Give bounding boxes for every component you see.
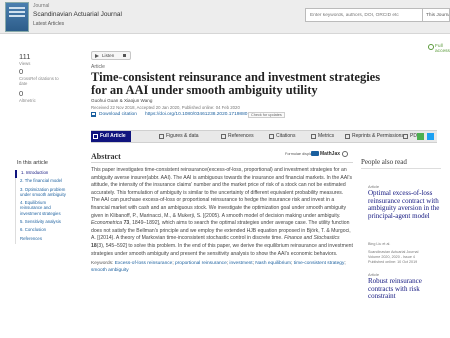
search-input[interactable] xyxy=(305,8,423,22)
keywords-label: Keywords: xyxy=(91,261,114,267)
journal-name-link[interactable]: Scandinavian Actuarial Journal xyxy=(33,11,122,18)
keyword-link[interactable]: Excess-of-loss reinsurance xyxy=(115,261,173,266)
altmetric-label: Altmetric xyxy=(19,98,36,103)
article-tab-bar: Full Article Figures & data References C… xyxy=(91,130,437,143)
image-icon xyxy=(159,134,164,139)
citations-label: CrossRef citations to date xyxy=(19,76,59,86)
related-article-published: Published online: 10 Oct 2019 xyxy=(368,260,418,264)
journal-kicker: Journal xyxy=(33,3,50,9)
keyword-link[interactable]: Nash equilibrium xyxy=(255,261,291,266)
references-icon xyxy=(221,134,226,139)
abstract-text-part-3: (3), 545–592] to solve this problem. In … xyxy=(91,242,353,257)
doi-link[interactable]: https://doi.org/10.1080/03461238.2020.17… xyxy=(145,112,247,117)
publication-dates: Received 22 Nov 2018, Accepted 20 Jan 20… xyxy=(91,105,240,110)
in-this-article-heading: In this article xyxy=(17,160,48,166)
full-access-badge: Full access xyxy=(428,44,450,54)
tab-figures-data[interactable]: Figures & data xyxy=(157,131,199,142)
pdf-icon xyxy=(403,134,408,139)
outline-item-references[interactable]: References xyxy=(16,236,67,244)
abstract-text: This paper investigates time-consistent … xyxy=(91,167,353,274)
views-count: 111 xyxy=(19,52,31,61)
tab-label: Citations xyxy=(276,133,296,139)
views-label: Views xyxy=(19,61,31,66)
related-article-title-link[interactable]: Optimal excess-of-loss reinsurance contr… xyxy=(368,189,448,220)
abstract-journal-1: Econometrica xyxy=(91,220,123,227)
lock-icon xyxy=(345,134,350,139)
article-outline: 1. Introduction 2. The financial model 3… xyxy=(15,170,67,244)
twitter-icon[interactable] xyxy=(427,133,434,140)
search-scope-select[interactable]: This Journal xyxy=(423,8,450,22)
journal-header: Journal Scandinavian Actuarial Journal L… xyxy=(0,0,450,34)
bar-chart-icon xyxy=(311,134,316,139)
tab-full-article[interactable]: Full Article xyxy=(91,131,131,142)
help-icon[interactable] xyxy=(342,151,348,157)
listen-button[interactable]: Listen xyxy=(91,51,131,60)
people-also-read-heading: People also read xyxy=(361,158,407,166)
outline-item-conclusion[interactable]: 6. Conclusion xyxy=(16,227,67,235)
keyword-link[interactable]: time-consistent strategy xyxy=(294,261,345,266)
related-article-authors: Bing Liu et al. xyxy=(368,242,391,246)
keyword-link[interactable]: smooth ambiguity xyxy=(91,268,129,273)
keyword-link[interactable]: investment xyxy=(229,261,252,266)
document-icon xyxy=(93,134,98,139)
mathjax-label: MathJax xyxy=(320,151,341,157)
tab-references[interactable]: References xyxy=(219,131,254,142)
download-citation-link[interactable]: Download citation xyxy=(91,112,137,117)
tab-reprints-permissions[interactable]: Reprints & Permissions xyxy=(343,131,404,142)
mathjax-toggle[interactable] xyxy=(311,151,319,156)
abstract-text-part-1: This paper investigates time-consistent … xyxy=(91,167,353,219)
latest-articles-link[interactable]: Latest Articles xyxy=(33,21,64,27)
abstract-heading: Abstract xyxy=(91,152,121,161)
authors-link[interactable]: Guohui Guan & Xiaojun Wang xyxy=(91,98,152,103)
outline-item-sensitivity[interactable]: 5. Sensitivity analysis xyxy=(16,219,67,227)
journal-cover-image[interactable] xyxy=(5,2,29,32)
abstract-divider xyxy=(91,162,353,163)
abstract-journal-2: Finance and Stochastics xyxy=(284,235,340,242)
keyword-link[interactable]: proportional reinsurance xyxy=(175,261,227,266)
download-icon xyxy=(91,112,96,117)
tab-metrics[interactable]: Metrics xyxy=(309,131,334,142)
volume-icon xyxy=(123,54,126,57)
related-article-title-link[interactable]: Robust reinsurance contracts with risk c… xyxy=(368,277,448,301)
keywords-line: Keywords: Excess-of-loss reinsurance; pr… xyxy=(91,261,346,273)
outline-item-financial-model[interactable]: 2. The financial model xyxy=(16,178,67,186)
tab-label: References xyxy=(228,133,254,139)
article-title: Time-consistent reinsurance and investme… xyxy=(91,70,381,97)
tab-label: Metrics xyxy=(318,133,335,139)
citations-count: 0 xyxy=(19,67,24,76)
tab-label: Figures & data xyxy=(166,133,199,139)
play-icon xyxy=(95,54,99,58)
outline-item-optimization[interactable]: 3. Optimization problem under smooth amb… xyxy=(16,187,67,201)
share-green-icon[interactable] xyxy=(417,133,424,140)
tab-label: Full Article xyxy=(100,133,126,139)
altmetric-count: 0 xyxy=(19,89,24,98)
tab-citations[interactable]: Citations xyxy=(267,131,295,142)
tab-label: Reprints & Permissions xyxy=(352,133,404,139)
related-divider xyxy=(361,168,441,169)
outline-item-introduction[interactable]: 1. Introduction xyxy=(15,170,67,179)
quote-icon xyxy=(269,134,274,139)
outline-item-equilibrium[interactable]: 4. Equilibrium reinsurance and investmen… xyxy=(16,200,67,219)
crossmark-badge[interactable]: Check for updates xyxy=(248,112,285,118)
download-citation-label: Download citation xyxy=(99,112,137,117)
listen-label: Listen xyxy=(102,53,115,58)
